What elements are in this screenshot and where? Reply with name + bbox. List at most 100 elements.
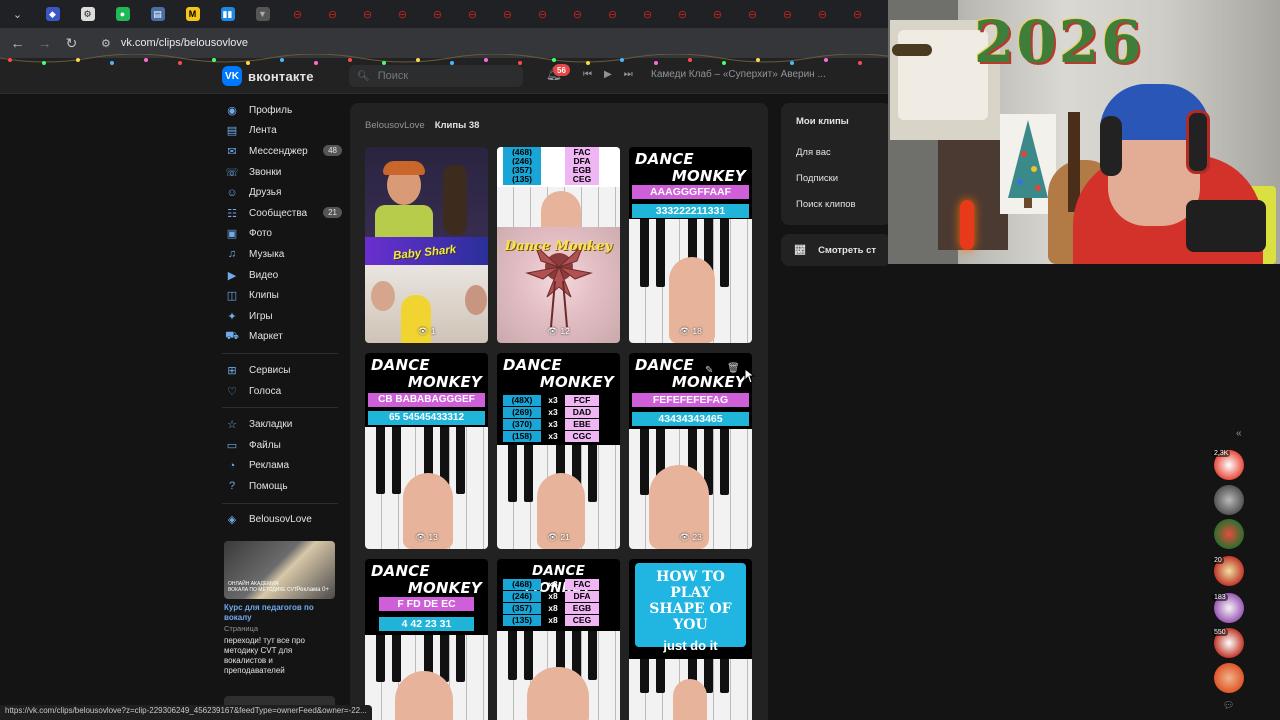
sidebar-item-label: Фото <box>249 228 272 240</box>
sidebar-item-ads[interactable]: ◔ Реклама <box>222 456 346 477</box>
sidebar-item-group[interactable]: ◈ BelousovLove <box>222 510 346 531</box>
now-playing-title[interactable]: Камеди Клаб – «Суперхит» Аверин ... <box>651 69 831 80</box>
browser-tab[interactable]: ▼ <box>245 0 280 28</box>
browser-tab[interactable]: ⊖ <box>595 0 630 28</box>
menu-for-you[interactable]: Для вас <box>796 147 831 158</box>
sidebar-item-music[interactable]: ♫ Музыка <box>222 244 346 265</box>
search-input[interactable] <box>377 70 518 82</box>
forward-icon[interactable]: → <box>31 35 58 51</box>
clip-card[interactable]: HOW TO PLAY SHAPE OF YOU just do it <box>629 559 752 720</box>
back-icon[interactable]: ← <box>4 35 31 51</box>
next-track-icon[interactable]: ⏭ <box>624 69 633 80</box>
clip-card[interactable]: DANCE MONKEY CB BABABAGGGEF 65 5454543331… <box>365 353 488 549</box>
clips-icon: ◫ <box>226 290 238 303</box>
clip-card[interactable]: DANCE MONKEY (468) x8 FAC (246) x8 DFA (357) x8… <box>497 559 620 720</box>
browser-tab[interactable]: ⊖ <box>350 0 385 28</box>
stream-reaction-bubble[interactable] <box>1214 485 1244 515</box>
browser-tab[interactable]: ⊖ <box>280 0 315 28</box>
edit-icon[interactable]: ✎ <box>705 365 713 376</box>
ad-title[interactable]: Курс для педагогов по вокалу <box>224 603 335 622</box>
sidebar-item-photo[interactable]: ▣ Фото <box>222 224 346 245</box>
sidebar-item-friends[interactable]: ☺ Друзья <box>222 182 346 203</box>
sidebar-item-services[interactable]: ⊞ Сервисы <box>222 360 346 381</box>
browser-tab[interactable]: ⊖ <box>455 0 490 28</box>
sidebar-item-files[interactable]: ▭ Файлы <box>222 435 346 456</box>
watch-stats-button[interactable]: 📈︎ Смотреть ст <box>781 234 891 266</box>
sidebar-item-votes[interactable]: ♡ Голоса <box>222 381 346 402</box>
collapse-chevron-icon[interactable]: « <box>1236 428 1242 439</box>
menu-subscriptions[interactable]: Подписки <box>796 173 838 184</box>
clip-card[interactable]: DANCE MONKEY FEFEFEFEFAG 43434343465 ✎ 🗑︎… <box>629 353 752 549</box>
browser-tab[interactable]: ⊖ <box>420 0 455 28</box>
sidebar-ad[interactable]: ОНЛАЙН АКАДЕМИЯ ВОКАЛА ПО МЕТОДИКЕ CVT Р… <box>224 541 335 676</box>
url-field[interactable]: ⚙ vk.com/clips/belousovlove <box>91 31 258 55</box>
browser-tab[interactable]: ⊖ <box>770 0 805 28</box>
sidebar-item-phone[interactable]: ☏ Звонки <box>222 162 346 183</box>
chat-icon[interactable]: 💬︎ <box>1223 700 1234 711</box>
browser-tab[interactable]: ▮▮ <box>210 0 245 28</box>
browser-tab[interactable]: M <box>175 0 210 28</box>
vk-logo[interactable]: VK вконтакте <box>222 66 314 86</box>
browser-tab[interactable]: ⊖ <box>805 0 840 28</box>
search-box[interactable]: 🔍︎ <box>349 65 523 87</box>
reload-icon[interactable]: ↻ <box>58 35 85 52</box>
browser-tab[interactable]: ⊖ <box>735 0 770 28</box>
previous-track-icon[interactable]: ⏮ <box>583 69 592 80</box>
clip-card[interactable]: (468) x8 FAC (246) x8 DFA (357) x8 EGB (135) x8 CEG… <box>497 147 620 343</box>
sidebar-item-feed[interactable]: ▤ Лента <box>222 121 346 142</box>
browser-tab[interactable]: ⊖ <box>665 0 700 28</box>
ad-image-caption: ОНЛАЙН АКАДЕМИЯ ВОКАЛА ПО МЕТОДИКЕ CVT <box>228 581 298 593</box>
garland-bulb <box>348 58 352 62</box>
browser-tab[interactable]: ⊖ <box>315 0 350 28</box>
clip-title-line1: DANCE <box>635 356 694 374</box>
clip-views: 👁︎ 13 <box>415 532 438 542</box>
sidebar-item-clips[interactable]: ◫ Клипы <box>222 285 346 306</box>
clip-notes: FEFEFEFEFAG <box>632 393 749 407</box>
browser-tab[interactable]: ⊖ <box>385 0 420 28</box>
sidebar-item-games[interactable]: ✦ Игры <box>222 306 346 327</box>
clip-title-line1: DANCE <box>635 150 694 168</box>
browser-tab[interactable]: ⊖ <box>700 0 735 28</box>
chord-cell: CEG <box>565 615 599 626</box>
chord-cell: (468) <box>503 579 541 590</box>
ad-text: переходи! тут все про методику CVT для в… <box>224 636 305 676</box>
menu-search-clips[interactable]: Поиск клипов <box>796 199 856 210</box>
browser-tab[interactable]: ▤ <box>140 0 175 28</box>
delete-icon[interactable]: 🗑︎ <box>727 363 740 374</box>
clip-card[interactable]: DANCE MONKEY AAAGGGFFAAF 333222211331 👁︎ … <box>629 147 752 343</box>
menu-my-clips[interactable]: Мои клипы <box>796 116 849 127</box>
sidebar-item-label: Файлы <box>249 439 281 451</box>
browser-tab[interactable]: ⊖ <box>840 0 875 28</box>
stream-reaction-bubble[interactable] <box>1214 519 1244 549</box>
sidebar-item-help[interactable]: ? Помощь <box>222 476 346 497</box>
sidebar-item-communities[interactable]: ☷ Сообщества 21 <box>222 203 346 224</box>
browser-tab[interactable]: ◆ <box>35 0 70 28</box>
site-settings-icon[interactable]: ⚙ <box>101 37 111 50</box>
year-text: 2026 <box>974 8 1144 76</box>
browser-tab[interactable]: ⊖ <box>560 0 595 28</box>
sidebar-item-video[interactable]: ▶ Видео <box>222 265 346 286</box>
browser-tab[interactable]: ⊖ <box>490 0 525 28</box>
clip-notes: CB BABABAGGGEF <box>368 393 485 407</box>
play-icon[interactable]: ▶ <box>604 69 612 80</box>
tab-list-button[interactable]: ⌄ <box>0 0 35 28</box>
chord-cell: x8 <box>548 591 558 601</box>
clip-views: 👁︎ 23 <box>679 532 702 542</box>
clip-card[interactable]: DANCE MONKEY F FD DE EC 4 42 23 31 <box>365 559 488 720</box>
sidebar-item-profile[interactable]: ◉ Профиль <box>222 100 346 121</box>
sidebar-item-bookmark[interactable]: ☆ Закладки <box>222 414 346 435</box>
browser-tab[interactable]: ● <box>105 0 140 28</box>
breadcrumb-owner[interactable]: BelousovLove <box>365 120 425 131</box>
sidebar-item-messenger[interactable]: ✉ Мессенджер 48 <box>222 141 346 162</box>
sidebar-item-label: Закладки <box>249 419 293 431</box>
clip-card[interactable]: Baby Shark 👁︎ 1 <box>365 147 488 343</box>
browser-tab[interactable]: ⊖ <box>630 0 665 28</box>
stream-reaction-bubble[interactable] <box>1214 663 1244 693</box>
browser-tab[interactable]: ⊖ <box>525 0 560 28</box>
clip-card[interactable]: DANCE MONKEY (48X) x3 FCF (269) x3 DAD (370) x3 E… <box>497 353 620 549</box>
garland-bulb <box>76 58 80 62</box>
browser-tab[interactable]: ⚙ <box>70 0 105 28</box>
ad-image[interactable]: ОНЛАЙН АКАДЕМИЯ ВОКАЛА ПО МЕТОДИКЕ CVT Р… <box>224 541 335 599</box>
reaction-count: 20 <box>1212 557 1224 564</box>
sidebar-item-market[interactable]: ⛟ Маркет <box>222 327 346 348</box>
